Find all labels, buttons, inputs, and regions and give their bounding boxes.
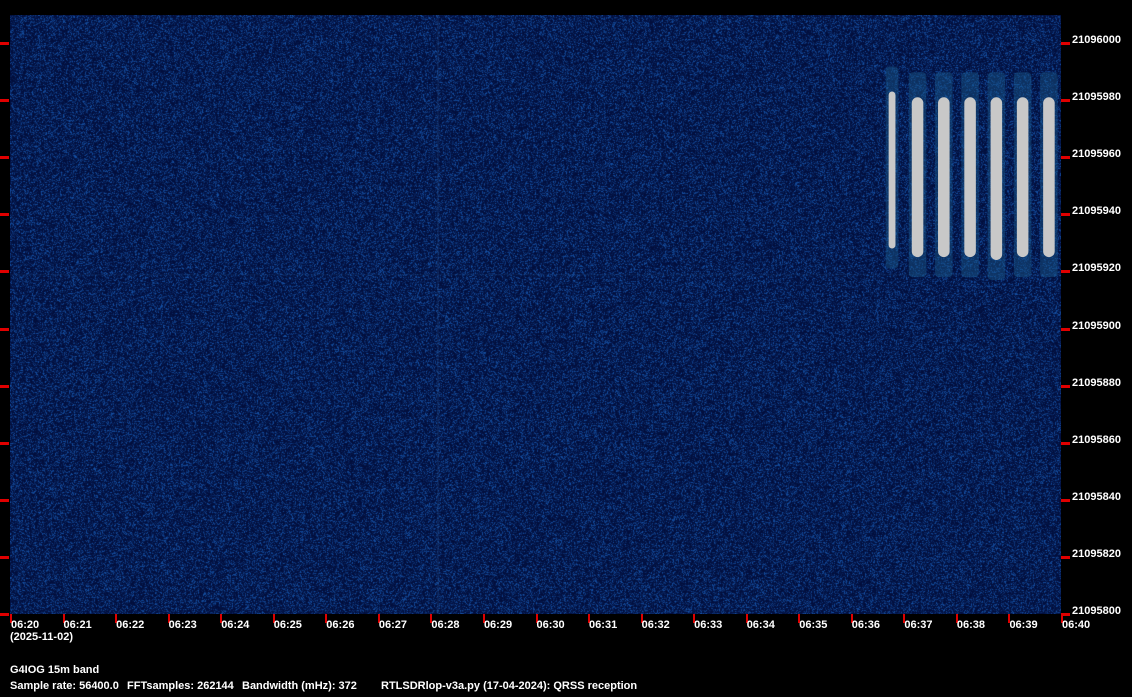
x-tick-label: 06:32 [642,619,670,631]
y-tick-label: 21095900 [1072,320,1121,332]
left-y-tick [0,270,9,273]
y-tick-label: 21096000 [1072,34,1121,46]
right-y-tick [1061,213,1070,216]
x-tick-label: 06:27 [379,619,407,631]
signal-bar-5 [1017,97,1029,257]
x-tick-label: 06:21 [64,619,92,631]
y-tick-label: 21095960 [1072,148,1121,160]
left-y-tick [0,213,9,216]
right-y-tick [1061,42,1070,45]
x-tick-label: 06:23 [169,619,197,631]
signal-bar-1 [912,97,924,257]
x-tick-label: 06:39 [1009,619,1037,631]
left-y-tick [0,99,9,102]
left-y-tick [0,42,9,45]
x-tick-label: 06:29 [484,619,512,631]
x-tick-label: 06:35 [799,619,827,631]
y-tick-label: 21095880 [1072,377,1121,389]
left-y-tick [0,328,9,331]
x-tick-label: 06:25 [274,619,302,631]
left-y-tick [0,156,9,159]
right-y-tick [1061,499,1070,502]
x-tick-label: 06:37 [904,619,932,631]
x-tick-label: 06:34 [747,619,775,631]
right-y-tick [1061,270,1070,273]
x-tick-label: 06:20 [11,619,39,631]
date-label: (2025-11-02) [10,631,73,643]
y-tick-label: 21095840 [1072,491,1121,503]
left-y-tick [0,385,9,388]
x-tick-label: 06:30 [537,619,565,631]
waterfall-plot [10,15,1061,614]
y-tick-label: 21095940 [1072,205,1121,217]
right-y-tick [1061,385,1070,388]
left-y-tick [0,442,9,445]
bandwidth: Bandwidth (mHz): 372 [242,680,357,692]
y-tick-label: 21095800 [1072,605,1121,617]
signal-bar-0 [889,92,896,249]
right-y-tick [1061,556,1070,559]
x-tick-label: 06:28 [431,619,459,631]
right-y-tick [1061,442,1070,445]
signal-bar-4 [991,97,1003,260]
x-tick-label: 06:31 [589,619,617,631]
y-tick-label: 21095860 [1072,434,1121,446]
signal-bar-2 [938,97,950,257]
left-y-tick [0,499,9,502]
software-info: RTLSDRlop-v3a.py (17-04-2024): QRSS rece… [381,680,637,692]
y-tick-label: 21095820 [1072,548,1121,560]
x-tick-label: 06:24 [221,619,249,631]
right-y-tick [1061,156,1070,159]
x-tick-label: 06:38 [957,619,985,631]
fft-samples: FFTsamples: 262144 [127,680,234,692]
x-tick-label: 06:36 [852,619,880,631]
signal-layer [10,15,1061,614]
y-tick-label: 21095920 [1072,262,1121,274]
right-y-tick [1061,328,1070,331]
right-y-tick [1061,99,1070,102]
signal-bar-3 [964,97,976,257]
x-tick-label: 06:40 [1062,619,1090,631]
x-tick-label: 06:33 [694,619,722,631]
sample-rate: Sample rate: 56400.0 [10,680,119,692]
left-y-tick [0,556,9,559]
station-title: G4IOG 15m band [10,664,99,676]
x-tick-label: 06:22 [116,619,144,631]
x-tick-label: 06:26 [326,619,354,631]
y-tick-label: 21095980 [1072,91,1121,103]
signal-bar-6 [1043,97,1055,257]
left-y-tick [0,613,9,616]
